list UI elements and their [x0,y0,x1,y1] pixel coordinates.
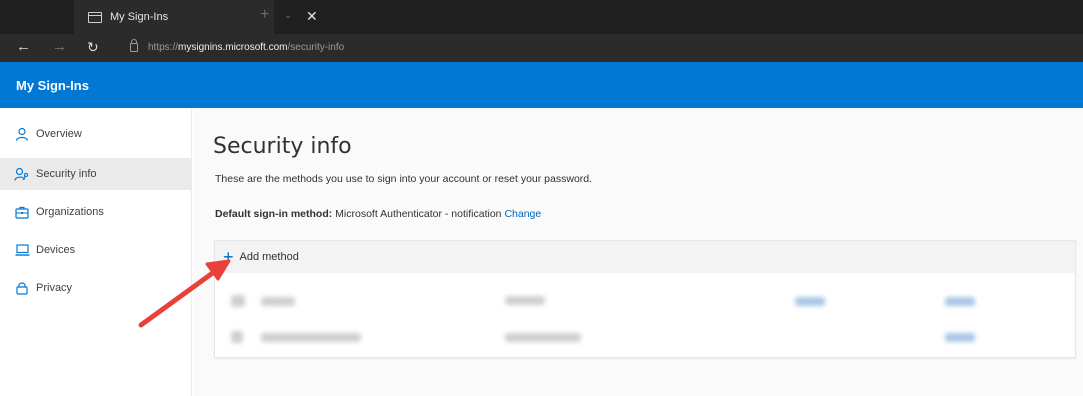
reload-icon[interactable]: ↻ [87,39,99,55]
page-description: These are the methods you use to sign in… [215,173,593,185]
browser-tab-bar: My Sign-Ins ✕ + ⌄ [0,0,1083,34]
tab-list-chevron-icon[interactable]: ⌄ [284,10,292,21]
change-default-method-link[interactable]: Change [504,208,541,220]
redacted-text [261,333,361,342]
redacted-link[interactable] [945,297,975,306]
redacted-text [261,297,295,306]
sidebar-item-label: Security info [36,168,97,180]
sidebar-item-label: Devices [36,244,76,256]
method-type-icon [231,331,243,343]
app-title[interactable]: My Sign-Ins [16,78,89,93]
url-prefix: https:// [148,42,179,53]
sidebar-item-devices[interactable]: Devices [0,234,192,266]
add-method-button[interactable]: + Add method [215,241,1075,273]
default-method-value: Microsoft Authenticator - notification [335,208,502,220]
method-type-icon [231,295,245,307]
sidebar: Overview Security info Organizations Dev… [0,108,192,396]
url-field[interactable]: https://mysignins.microsoft.com/security… [148,42,344,53]
tab-page-icon [88,11,102,23]
default-method-label: Default sign-in method: [215,208,333,220]
back-icon[interactable]: ← [16,39,31,55]
briefcase-icon [14,204,30,220]
main-content: Security info These are the methods you … [193,108,1083,396]
app-header: My Sign-Ins [0,62,1083,108]
lock-icon [14,280,30,296]
method-row-redacted [215,317,1075,357]
redacted-text [505,296,545,305]
url-host: mysignins.microsoft.com [178,42,288,53]
plus-icon: + [223,247,234,267]
default-sign-in-method: Default sign-in method: Microsoft Authen… [215,208,541,220]
browser-tab[interactable]: My Sign-Ins ✕ [74,0,318,34]
person-key-icon [14,166,30,182]
sidebar-item-label: Organizations [36,206,104,218]
sidebar-item-security-info[interactable]: Security info [0,158,192,190]
sidebar-item-label: Overview [36,128,82,140]
redacted-link[interactable] [945,333,975,342]
redacted-link[interactable] [795,297,825,306]
person-icon [14,126,30,142]
url-path: /security-info [287,42,345,53]
sidebar-item-label: Privacy [36,282,73,294]
tab-close-icon[interactable]: ✕ [306,9,318,23]
tab-title: My Sign-Ins [110,11,169,23]
add-method-label: Add method [239,251,299,263]
redacted-text [505,333,581,342]
new-tab-icon[interactable]: + [260,7,269,23]
browser-address-bar: ← → ↻ https://mysignins.microsoft.com/se… [0,34,1083,62]
methods-list: + Add method [214,240,1076,358]
page-title: Security info [213,134,352,159]
sidebar-item-overview[interactable]: Overview [0,118,192,150]
sidebar-item-privacy[interactable]: Privacy [0,272,192,304]
sidebar-item-organizations[interactable]: Organizations [0,196,192,228]
laptop-icon [14,242,30,258]
method-row-redacted [215,279,1075,319]
forward-icon[interactable]: → [52,39,67,55]
secure-lock-icon [130,39,138,52]
